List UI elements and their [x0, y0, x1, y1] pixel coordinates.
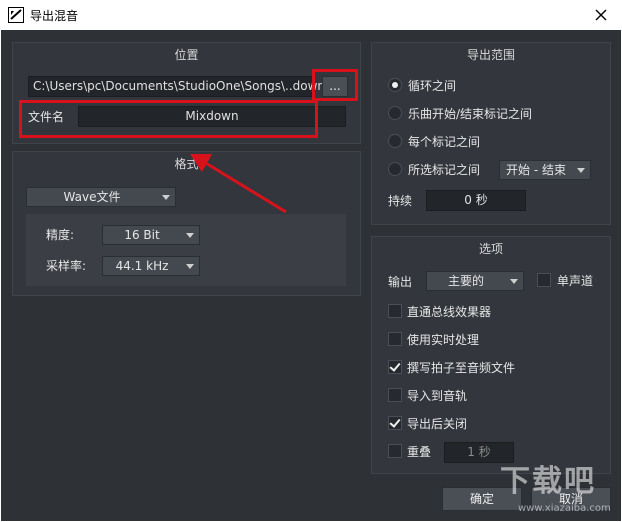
option-checkbox[interactable]: [388, 332, 402, 346]
range-option-label: 每个标记之间: [408, 135, 481, 149]
chevron-down-icon: [186, 264, 194, 269]
range-option[interactable]: 乐曲开始/结束标记之间: [388, 104, 588, 124]
option-checkbox[interactable]: [388, 360, 402, 374]
duration-value: 0 秒: [464, 193, 488, 207]
option-label: 使用实时处理: [407, 333, 480, 347]
watermark-url: www.xiazaiba.com: [518, 503, 611, 514]
options-header: 选项: [478, 242, 503, 256]
path-value: C:\Users\pc\Documents\StudioOne\Songs\..…: [33, 79, 326, 93]
title-bar: 导出混音: [0, 0, 622, 30]
range-option[interactable]: 所选标记之间: [388, 160, 498, 180]
format-header: 格式: [174, 157, 199, 171]
radio-button[interactable]: [388, 134, 402, 148]
precision-label: 精度:: [46, 228, 75, 242]
overlap-field[interactable]: 1 秒: [444, 442, 514, 463]
option-label: 导入到音轨: [407, 389, 468, 403]
path-field[interactable]: C:\Users\pc\Documents\StudioOne\Songs\..…: [28, 76, 325, 97]
precision-dropdown[interactable]: 16 Bit: [102, 225, 200, 245]
duration-field[interactable]: 0 秒: [426, 190, 526, 211]
option-row[interactable]: 导出后关闭: [388, 414, 588, 434]
close-icon[interactable]: [590, 4, 612, 26]
option-row[interactable]: 直通总线效果器: [388, 302, 588, 322]
ok-label: 确定: [469, 492, 494, 506]
output-dropdown[interactable]: 主要的: [426, 271, 524, 291]
option-row[interactable]: 使用实时处理: [388, 330, 588, 350]
option-checkbox[interactable]: [388, 304, 402, 318]
marker-dropdown[interactable]: 开始 - 结束: [499, 160, 591, 180]
annotation-box-filename: [19, 100, 318, 138]
studio-one-icon: [8, 7, 24, 23]
duration-label: 持续: [388, 194, 413, 208]
samplerate-value: 44.1 kHz: [115, 259, 169, 273]
chevron-down-icon: [186, 233, 194, 238]
radio-button[interactable]: [388, 162, 402, 176]
radio-button[interactable]: [388, 78, 402, 92]
radio-button[interactable]: [388, 106, 402, 120]
option-label: 撰写拍子至音频文件: [407, 361, 516, 375]
range-header: 导出范围: [466, 48, 515, 62]
option-checkbox[interactable]: [388, 388, 402, 402]
annotation-box-browse: [312, 69, 358, 101]
window-title: 导出混音: [30, 9, 79, 23]
watermark-text: 下载吧: [500, 464, 596, 499]
overlap-row[interactable]: 重叠: [388, 442, 448, 462]
option-row[interactable]: 撰写拍子至音频文件: [388, 358, 588, 378]
samplerate-label: 采样率:: [46, 259, 87, 273]
range-option-label: 循环之间: [408, 79, 457, 93]
overlap-value: 1 秒: [467, 445, 491, 459]
chevron-down-icon: [162, 195, 170, 200]
option-row[interactable]: 导入到音轨: [388, 386, 588, 406]
samplerate-dropdown[interactable]: 44.1 kHz: [102, 256, 200, 276]
mono-checkbox[interactable]: [537, 273, 551, 287]
file-type-value: Wave文件: [63, 190, 121, 204]
mono-label: 单声道: [557, 274, 594, 288]
range-option[interactable]: 循环之间: [388, 76, 588, 96]
range-option[interactable]: 每个标记之间: [388, 132, 588, 152]
location-header: 位置: [174, 48, 199, 62]
watermark: 下载吧 www.xiazaiba.com: [496, 462, 616, 518]
chevron-down-icon: [577, 168, 585, 173]
precision-value: 16 Bit: [124, 228, 160, 242]
option-label: 直通总线效果器: [407, 305, 492, 319]
output-value: 主要的: [447, 274, 484, 288]
file-type-dropdown[interactable]: Wave文件: [26, 187, 176, 207]
option-label: 导出后关闭: [407, 417, 468, 431]
range-option-label: 所选标记之间: [408, 163, 481, 177]
range-option-label: 乐曲开始/结束标记之间: [408, 107, 533, 121]
output-label: 输出: [388, 275, 413, 289]
marker-value: 开始 - 结束: [506, 163, 566, 177]
overlap-checkbox[interactable]: [388, 444, 402, 458]
overlap-label: 重叠: [407, 445, 432, 459]
option-checkbox[interactable]: [388, 416, 402, 430]
chevron-down-icon: [510, 279, 518, 284]
